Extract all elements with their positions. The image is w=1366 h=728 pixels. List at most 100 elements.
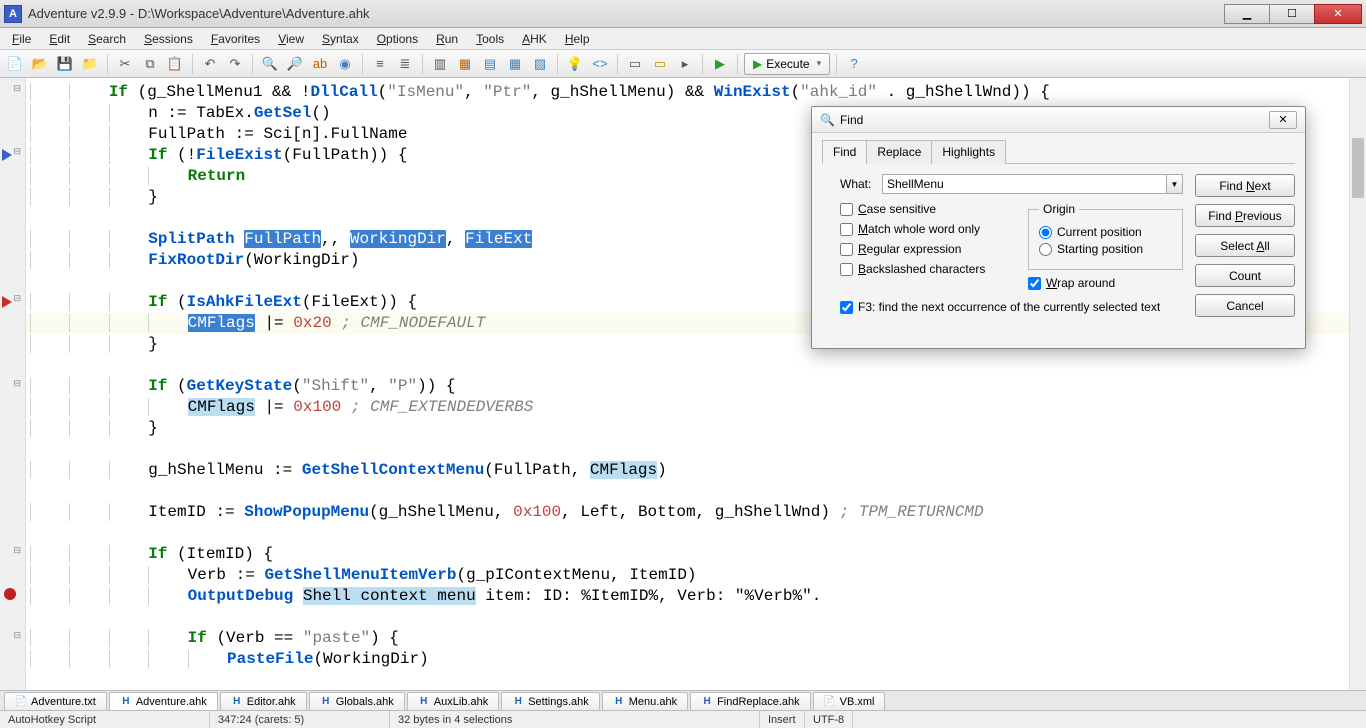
find-tab-highlights[interactable]: Highlights: [931, 140, 1006, 164]
menu-tools[interactable]: Tools: [468, 30, 512, 48]
regex-checkbox[interactable]: Regular expression: [840, 242, 1012, 256]
file-tab-label: AuxLib.ahk: [434, 696, 488, 708]
close-button[interactable]: [1314, 4, 1362, 24]
find-dialog: 🔍 Find ✕ FindReplaceHighlights What: ▼ C…: [811, 106, 1306, 349]
find-next-button[interactable]: Find Next: [1195, 174, 1295, 197]
menu-syntax[interactable]: Syntax: [314, 30, 367, 48]
uncomment-icon[interactable]: ≣: [394, 53, 416, 75]
origin-current-radio[interactable]: Current position: [1039, 225, 1172, 239]
select-all-button[interactable]: Select All: [1195, 234, 1295, 257]
file-tab[interactable]: HSettings.ahk: [501, 692, 600, 710]
find-close-button[interactable]: ✕: [1269, 111, 1297, 129]
file-tab[interactable]: HFindReplace.ahk: [690, 692, 811, 710]
window-title: Adventure v2.9.9 - D:\Workspace\Adventur…: [28, 6, 370, 21]
help-icon[interactable]: ?: [843, 53, 865, 75]
status-encoding: UTF-8: [805, 711, 853, 728]
file-tab-label: Settings.ahk: [528, 696, 589, 708]
open-recent-icon[interactable]: 📁: [79, 53, 101, 75]
new-file-icon[interactable]: 📄: [4, 53, 26, 75]
file-icon: H: [320, 696, 332, 708]
file-tab-label: Adventure.txt: [31, 696, 96, 708]
file-tab[interactable]: HEditor.ahk: [220, 692, 307, 710]
find-previous-button[interactable]: Find Previous: [1195, 204, 1295, 227]
columns-icon[interactable]: ▥: [429, 53, 451, 75]
file-tab-label: Globals.ahk: [336, 696, 394, 708]
menu-run[interactable]: Run: [428, 30, 466, 48]
redo-icon[interactable]: ↷: [224, 53, 246, 75]
cut-icon[interactable]: ✂: [114, 53, 136, 75]
replace-icon[interactable]: 🔎: [284, 53, 306, 75]
cancel-button[interactable]: Cancel: [1195, 294, 1295, 317]
backslashed-checkbox[interactable]: Backslashed characters: [840, 262, 1012, 276]
file-icon: [15, 696, 27, 708]
paste-icon[interactable]: 📋: [164, 53, 186, 75]
gutter[interactable]: ⊟ ⊟ ⊟ ⊟ ⊟ ⊟: [0, 78, 26, 690]
console-icon[interactable]: ▭: [624, 53, 646, 75]
origin-start-radio[interactable]: Starting position: [1039, 242, 1172, 256]
file-tab[interactable]: H Adventure.ahk: [109, 692, 218, 710]
whole-word-checkbox[interactable]: Match whole word only: [840, 222, 1012, 236]
file-icon: H: [231, 696, 243, 708]
menubar: FileEditSearchSessionsFavoritesViewSynta…: [0, 28, 1366, 50]
menu-edit[interactable]: Edit: [41, 30, 78, 48]
find-what-input[interactable]: [882, 174, 1167, 194]
highlight-icon[interactable]: ab: [309, 53, 331, 75]
run-icon[interactable]: ▶: [709, 53, 731, 75]
find-tabs: FindReplaceHighlights: [822, 139, 1295, 164]
split-icon[interactable]: ▦: [454, 53, 476, 75]
menu-sessions[interactable]: Sessions: [136, 30, 201, 48]
comment-icon[interactable]: ≡: [369, 53, 391, 75]
find-tab-replace[interactable]: Replace: [866, 140, 932, 164]
panel1-icon[interactable]: ▤: [479, 53, 501, 75]
file-tab-label: VB.xml: [840, 696, 875, 708]
output-icon[interactable]: ▭: [649, 53, 671, 75]
menu-favorites[interactable]: Favorites: [203, 30, 268, 48]
menu-search[interactable]: Search: [80, 30, 134, 48]
more-icon[interactable]: ▸: [674, 53, 696, 75]
file-tab[interactable]: H Menu.ahk: [602, 692, 688, 710]
minimize-button[interactable]: [1224, 4, 1270, 24]
tip-icon[interactable]: 💡: [564, 53, 586, 75]
find-tab-find[interactable]: Find: [822, 140, 867, 164]
find-dialog-title[interactable]: 🔍 Find ✕: [812, 107, 1305, 133]
status-position: 347:24 (carets: 5): [210, 711, 390, 728]
menu-ahk[interactable]: AHK: [514, 30, 555, 48]
panel3-icon[interactable]: ▧: [529, 53, 551, 75]
file-tab[interactable]: H AuxLib.ahk: [407, 692, 499, 710]
f3-checkbox[interactable]: F3: find the next occurrence of the curr…: [840, 300, 1160, 314]
file-tab[interactable]: VB.xml: [813, 692, 886, 710]
find-dropdown-arrow[interactable]: ▼: [1167, 174, 1183, 194]
panel2-icon[interactable]: ▦: [504, 53, 526, 75]
file-tabs: Adventure.txtHAdventure.ahkHEditor.ahkHG…: [0, 690, 1366, 710]
open-file-icon[interactable]: 📂: [29, 53, 51, 75]
app-icon: A: [4, 5, 22, 23]
origin-group: Origin Current position Starting positio…: [1028, 202, 1183, 270]
menu-help[interactable]: Help: [557, 30, 598, 48]
file-tab-label: Menu.ahk: [629, 696, 677, 708]
file-icon: H: [120, 696, 132, 708]
vertical-scrollbar[interactable]: [1349, 78, 1366, 690]
status-insert: Insert: [760, 711, 805, 728]
file-icon: H: [418, 696, 430, 708]
find-icon[interactable]: 🔍: [259, 53, 281, 75]
file-tab[interactable]: Adventure.txt: [4, 692, 107, 710]
count-button[interactable]: Count: [1195, 264, 1295, 287]
window-controls: [1225, 4, 1362, 24]
copy-icon[interactable]: ⧉: [139, 53, 161, 75]
file-icon: H: [613, 696, 625, 708]
undo-icon[interactable]: ↶: [199, 53, 221, 75]
save-icon[interactable]: 💾: [54, 53, 76, 75]
toolbar: 📄 📂 💾 📁 ✂ ⧉ 📋 ↶ ↷ 🔍 🔎 ab ◉ ≡ ≣ ▥ ▦ ▤ ▦ ▧…: [0, 50, 1366, 78]
tags-icon[interactable]: <>: [589, 53, 611, 75]
execute-button[interactable]: ▶Execute: [744, 53, 830, 75]
menu-file[interactable]: File: [4, 30, 39, 48]
file-icon: H: [701, 696, 713, 708]
mark-icon[interactable]: ◉: [334, 53, 356, 75]
file-tab[interactable]: H Globals.ahk: [309, 692, 405, 710]
case-sensitive-checkbox[interactable]: Case sensitive: [840, 202, 1012, 216]
file-tab-label: Adventure.ahk: [136, 696, 207, 708]
menu-options[interactable]: Options: [369, 30, 426, 48]
wrap-checkbox[interactable]: Wrap around: [1028, 276, 1183, 290]
menu-view[interactable]: View: [270, 30, 312, 48]
maximize-button[interactable]: [1269, 4, 1315, 24]
